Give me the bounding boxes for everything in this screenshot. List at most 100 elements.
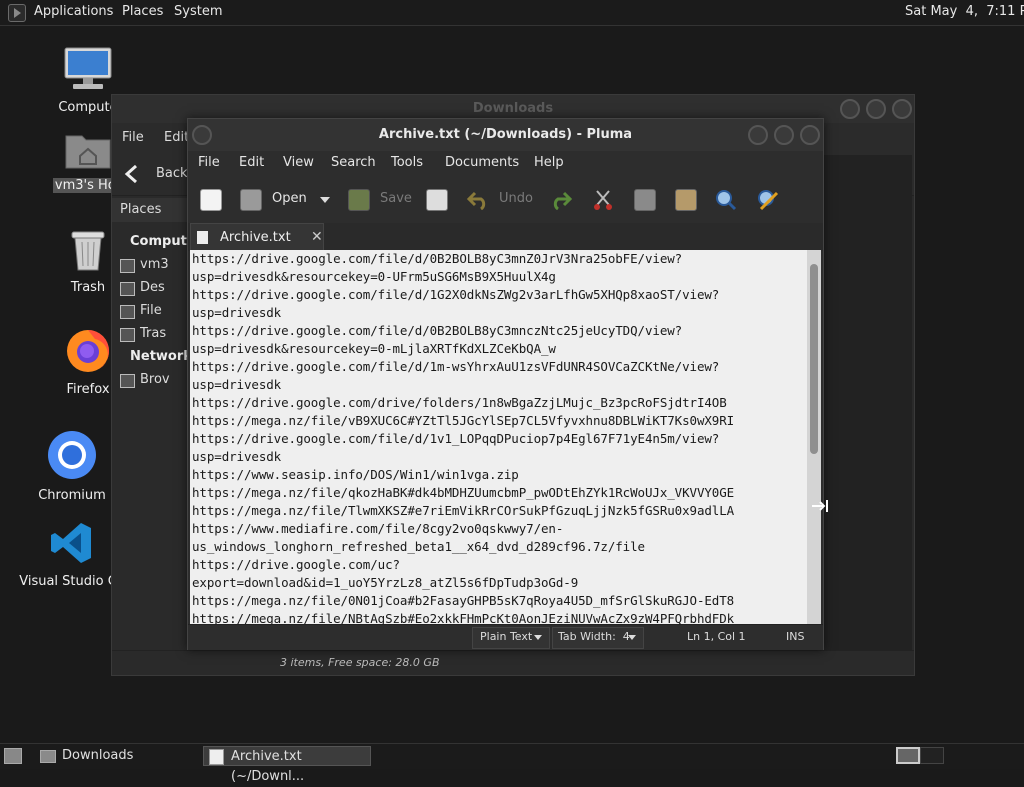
sidebar-section-computer: Compute [130,234,196,249]
bottom-panel: Downloads Archive.txt (~/Downl... [0,743,1024,784]
text-line: usp=drivesdk [192,449,282,464]
clock[interactable]: Sat May 4, 7:11 PM [905,4,1024,19]
desktop-icon [120,282,135,296]
desktop-label-firefox: Firefox [66,382,110,397]
home-icon [120,259,135,273]
applications-menu[interactable]: Applications [34,4,113,19]
text-line: https://drive.google.com/drive/folders/1… [192,395,727,410]
show-desktop-icon[interactable] [4,748,22,764]
folder-icon [40,750,56,763]
editor-window[interactable]: Archive.txt (~/Downloads) - Pluma File E… [187,118,824,650]
task-downloads[interactable]: Downloads [34,746,200,766]
text-line: https://www.mediafire.com/file/8cgy2vo0q… [192,521,564,536]
task-label: Downloads [62,748,134,763]
new-document-icon[interactable] [200,189,222,211]
places-menu[interactable]: Places [122,4,163,19]
open-dropdown-chevron-icon[interactable] [320,197,330,203]
text-line: https://www.seasip.info/DOS/Win1/win1vga… [192,467,519,482]
menu-search[interactable]: Search [331,155,376,170]
find-replace-icon[interactable] [757,189,779,211]
task-archive-editor[interactable]: Archive.txt (~/Downl... [203,746,371,784]
text-area[interactable]: https://drive.google.com/file/d/0B2BOLB8… [190,250,807,624]
vertical-scrollbar[interactable] [807,250,821,624]
insert-mode: INS [786,630,805,643]
computer-icon [64,47,112,89]
tab-label: Archive.txt [220,230,291,245]
close-button[interactable] [892,99,912,119]
open-icon[interactable] [240,189,262,211]
editor-title[interactable]: Archive.txt (~/Downloads) - Pluma [188,119,823,151]
text-line: usp=drivesdk&resourcekey=0-UFrm5uSG6MsB9… [192,269,556,284]
sidebar-item-filesystem[interactable]: File [120,303,162,319]
tab-close-icon[interactable]: ✕ [311,229,323,245]
editor-toolbar: Open Save Undo [188,180,823,220]
redo-icon[interactable] [550,190,572,210]
syntax-chevron-icon [534,635,542,640]
workspace-switcher-2[interactable] [920,747,944,764]
open-button[interactable]: Open [272,191,307,206]
back-button[interactable]: Back [156,166,188,181]
network-icon [120,374,135,388]
back-arrow-icon[interactable] [122,163,144,185]
sidebar-item-home[interactable]: vm3 [120,257,169,273]
save-button[interactable]: Save [380,191,412,206]
top-panel: Applications Places System Sat May 4, 7:… [0,0,1024,26]
fm-menu-file[interactable]: File [122,130,144,145]
text-line: https://drive.google.com/file/d/1v1_LOPq… [192,431,720,446]
menu-documents[interactable]: Documents [445,155,519,170]
desktop-label-computer: Compute [58,100,118,115]
close-button[interactable] [800,125,820,145]
minimize-button[interactable] [840,99,860,119]
maximize-button[interactable] [774,125,794,145]
desktop-label-trash: Trash [70,280,106,295]
minimize-button[interactable] [748,125,768,145]
file-manager-statusbar: 3 items, Free space: 28.0 GB [112,650,914,675]
system-menu[interactable]: System [174,4,222,19]
text-line: us_windows_longhorn_refreshed_beta1__x64… [192,539,645,554]
text-line: https://drive.google.com/file/d/1m-wsYhr… [192,359,720,374]
menu-help[interactable]: Help [534,155,564,170]
find-icon[interactable] [715,189,737,211]
save-icon[interactable] [348,189,370,211]
text-editor-icon [209,749,224,765]
text-line: https://drive.google.com/file/d/0B2BOLB8… [192,251,683,266]
menu-edit[interactable]: Edit [239,155,264,170]
workspace-switcher[interactable] [896,747,920,764]
trash-small-icon [120,328,135,342]
cursor-position: Ln 1, Col 1 [687,630,746,643]
drive-icon [120,305,135,319]
undo-button[interactable]: Undo [499,191,533,206]
text-line: usp=drivesdk [192,305,282,320]
fm-menu-edit[interactable]: Edit [164,130,189,145]
text-document-icon [197,231,208,244]
paste-icon[interactable] [675,189,697,211]
cut-icon[interactable] [592,189,614,211]
menu-logo-icon[interactable] [8,4,26,22]
sidebar-item-desktop[interactable]: Des [120,280,165,296]
tab-archive[interactable]: Archive.txt ✕ [190,223,324,251]
sidebar-item-browse-network[interactable]: Brov [120,372,170,388]
editor-window-buttons [742,125,820,149]
menu-view[interactable]: View [283,155,314,170]
file-manager-status-text: 3 items, Free space: 28.0 GB [280,656,440,669]
file-manager-window-buttons [834,99,912,123]
text-line: usp=drivesdk [192,377,282,392]
chromium-icon [48,431,96,479]
scrollbar-thumb[interactable] [810,264,818,454]
editor-tabbar: Archive.txt ✕ [188,223,823,251]
text-line: https://drive.google.com/file/d/0B2BOLB8… [192,323,683,338]
sidebar-section-network: Network [130,349,192,364]
menu-file[interactable]: File [198,155,220,170]
menu-tools[interactable]: Tools [391,155,423,170]
window-menu-button[interactable] [192,125,212,145]
text-line: https://mega.nz/file/0N01jCoa#b2FasayGHP… [192,593,735,608]
print-icon[interactable] [426,189,448,211]
maximize-button[interactable] [866,99,886,119]
text-line: https://mega.nz/file/NBtAgSzb#Eo2xkkFHmP… [192,611,735,624]
undo-icon[interactable] [467,190,489,210]
home-folder-icon [65,135,111,169]
firefox-icon [67,330,110,372]
sidebar-item-trash[interactable]: Tras [120,326,166,342]
copy-icon[interactable] [634,189,656,211]
desktop-icon-chromium[interactable]: Chromium [34,430,110,503]
